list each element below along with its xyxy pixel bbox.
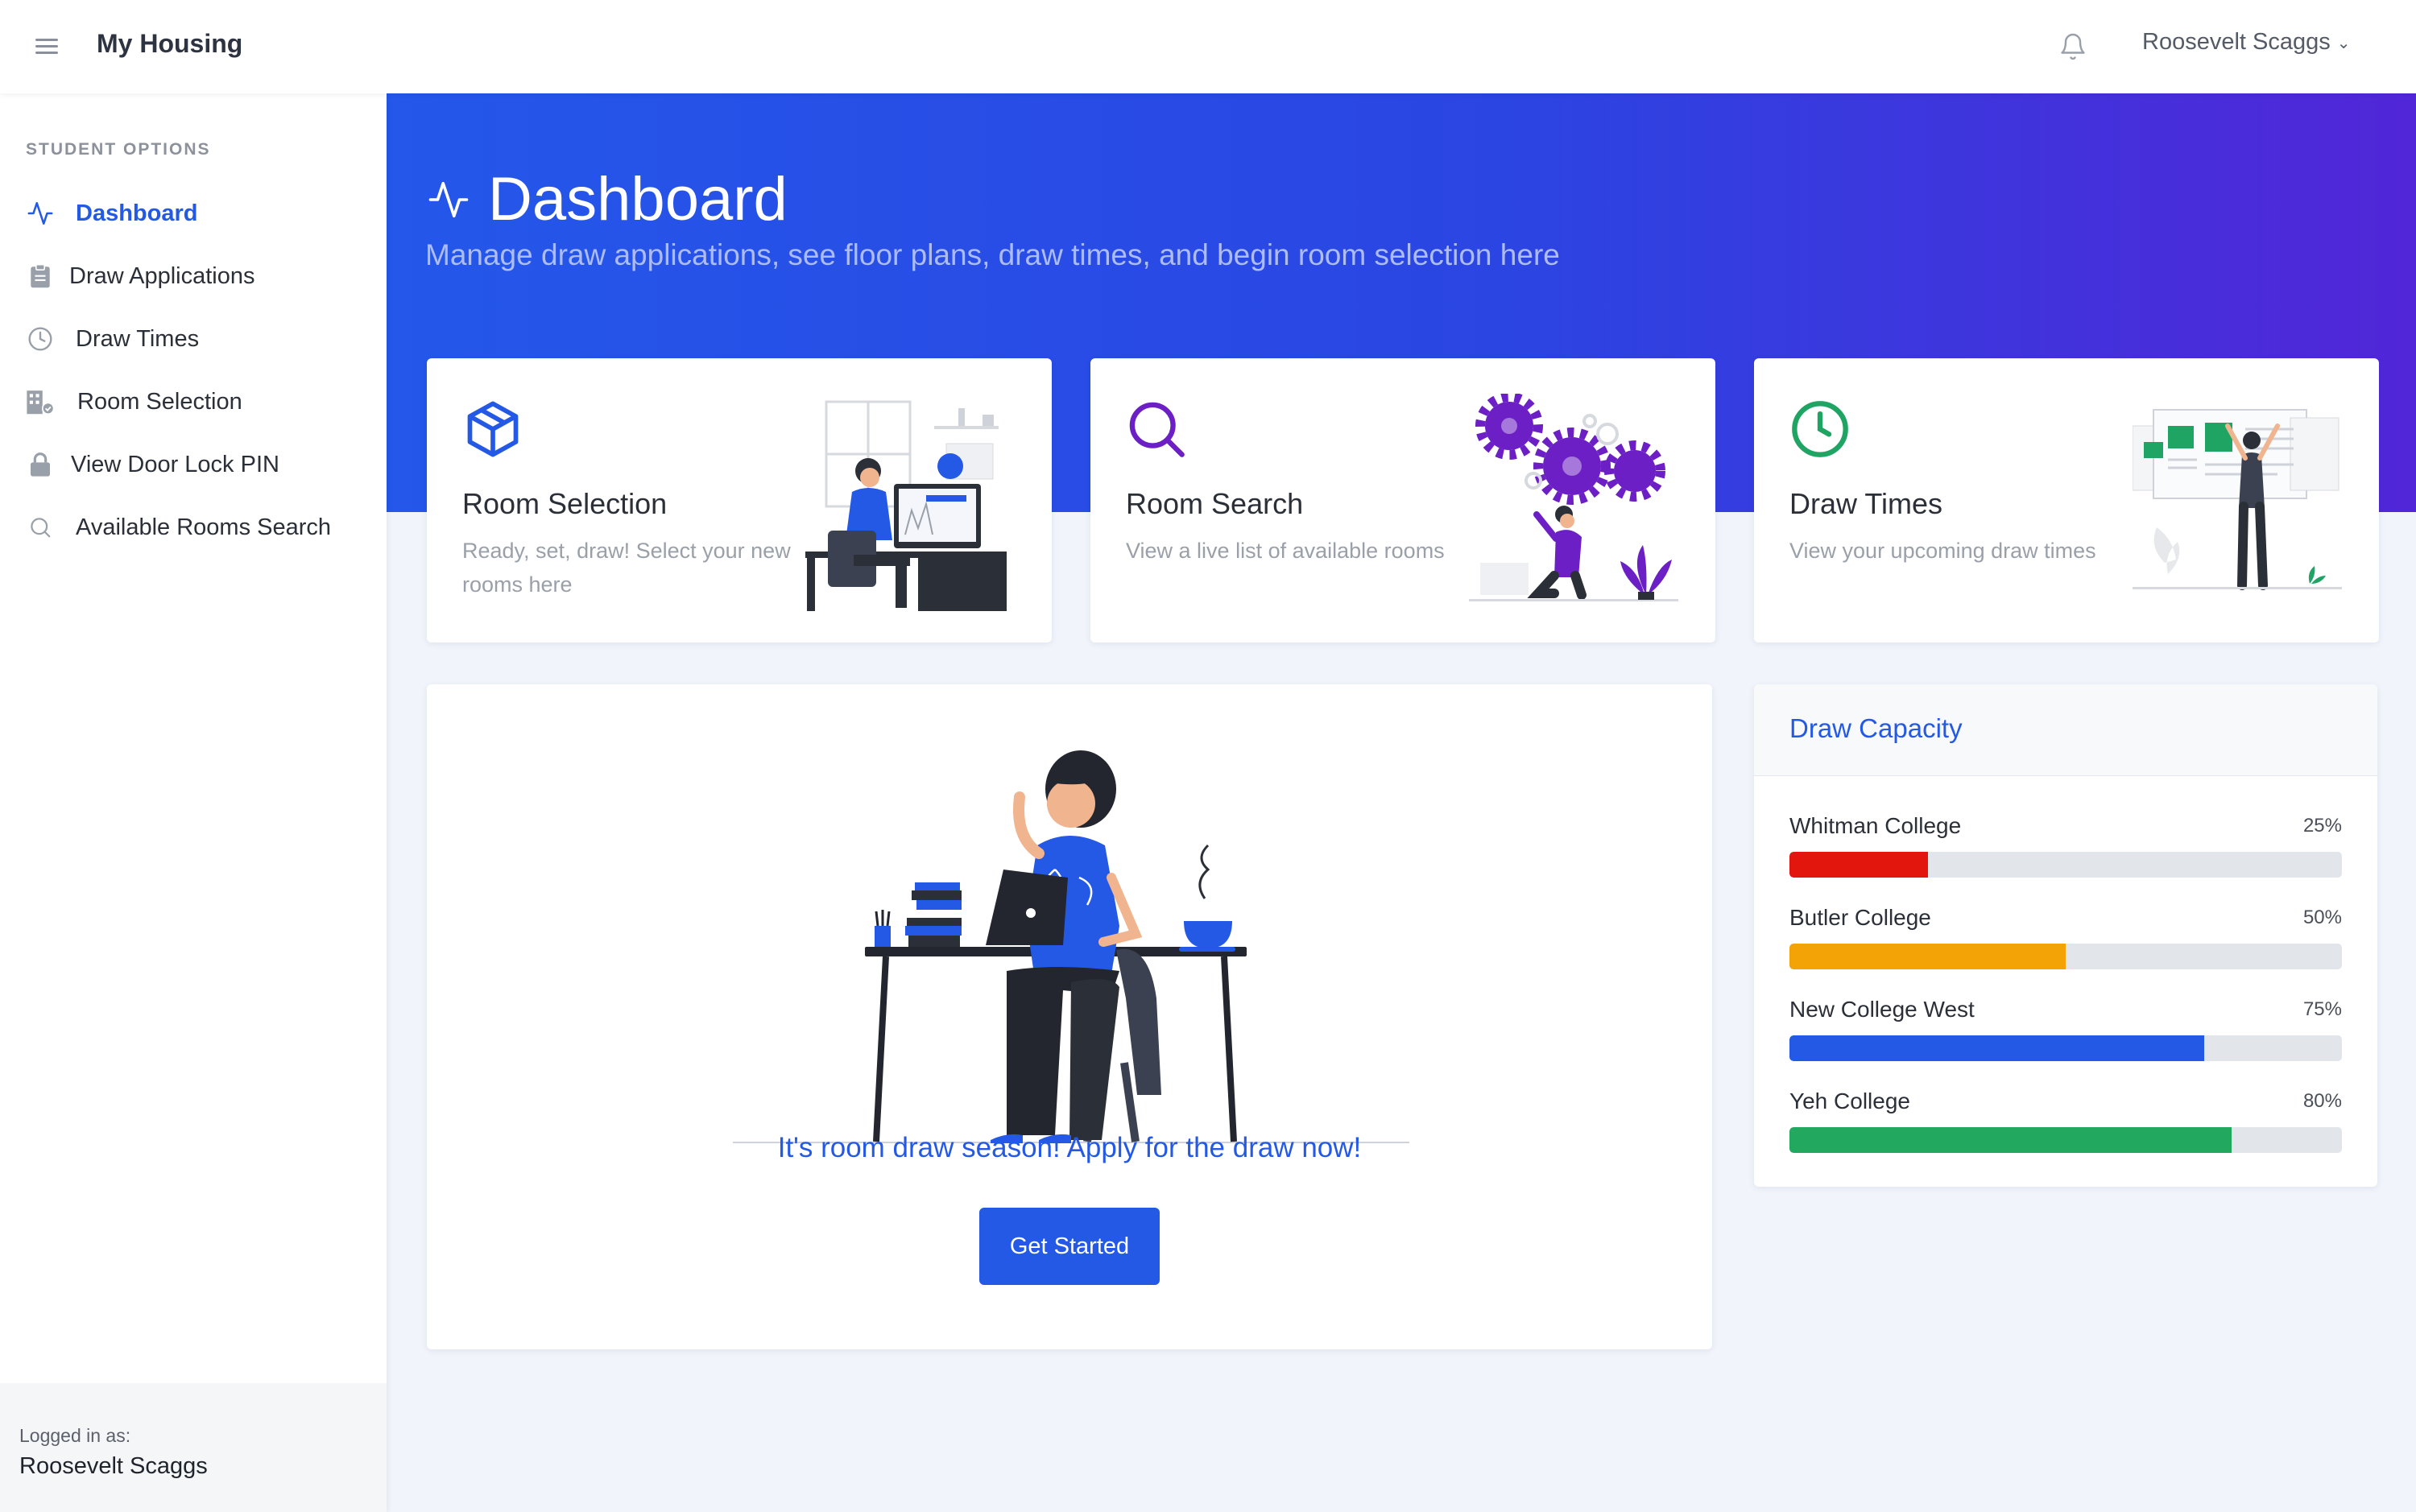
chevron-down-icon: ⌄ (2336, 34, 2351, 52)
capacity-percent: 75% (2302, 998, 2342, 1020)
capacity-progress-fill (1789, 944, 2066, 969)
card-room-selection[interactable]: Room Selection Ready, set, draw! Select … (427, 358, 1052, 642)
capacity-progress-bar (1789, 944, 2342, 969)
top-bar: My Housing Roosevelt Scaggs ⌄ (0, 0, 2416, 93)
search-icon (26, 513, 55, 542)
clipboard-icon (26, 262, 55, 291)
college-name: Yeh College (1789, 1089, 1910, 1113)
card-description: View a live list of available rooms (1126, 539, 1445, 563)
card-title: Draw Times (1789, 487, 1943, 520)
capacity-progress-bar (1789, 1127, 2342, 1153)
draw-season-message: It's room draw season! Apply for the dra… (777, 1132, 1362, 1163)
search-icon (1129, 402, 1185, 457)
sidebar-item-room-selection[interactable]: Room Selection (0, 370, 387, 433)
sidebar-item-label: Room Selection (77, 388, 242, 415)
page-title-text: Dashboard (488, 165, 788, 233)
sidebar: STUDENT OPTIONS Dashboard Draw Applicati… (0, 93, 387, 1512)
card-description: Ready, set, draw! Select your new rooms … (462, 539, 791, 597)
student-at-desk-illustration (733, 750, 1409, 1143)
capacity-percent: 80% (2302, 1090, 2342, 1112)
menu-icon[interactable] (35, 39, 58, 55)
draw-capacity-card: Draw Capacity Whitman College 25% Butler… (1754, 684, 2377, 1187)
capacity-percent: 25% (2302, 815, 2342, 837)
card-room-search[interactable]: Room Search View a live list of availabl… (1090, 358, 1715, 642)
presentation-illustration (2133, 409, 2342, 590)
user-name: Roosevelt Scaggs (2142, 29, 2331, 55)
page-title: Dashboard (427, 164, 788, 234)
sidebar-item-dashboard[interactable]: Dashboard (0, 182, 387, 245)
card-title: Room Search (1126, 487, 1304, 520)
sidebar-item-label: Draw Applications (69, 262, 255, 289)
bell-icon[interactable] (2058, 32, 2087, 61)
building-icon (26, 387, 55, 416)
sidebar-item-label: Available Rooms Search (76, 514, 332, 540)
gears-worker-illustration (1469, 394, 1678, 601)
capacity-progress-bar (1789, 852, 2342, 878)
clock-icon (1792, 401, 1848, 457)
sidebar-item-draw-times[interactable]: Draw Times (0, 308, 387, 370)
app-title: My Housing (97, 29, 243, 58)
capacity-progress-fill (1789, 852, 1928, 878)
college-name: New College West (1789, 997, 1975, 1022)
card-description: View your upcoming draw times (1789, 539, 2096, 563)
college-name: Butler College (1789, 905, 1931, 930)
sidebar-item-label: Draw Times (76, 325, 200, 352)
user-menu[interactable]: Roosevelt Scaggs ⌄ (2142, 29, 2351, 56)
activity-icon (26, 199, 55, 228)
sidebar-item-draw-applications[interactable]: Draw Applications (0, 245, 387, 308)
page-subtitle: Manage draw applications, see floor plan… (425, 238, 1560, 271)
person-at-desk-illustration (805, 400, 1007, 611)
draw-capacity-title: Draw Capacity (1789, 713, 1963, 743)
clock-icon (26, 324, 55, 353)
logged-in-name: Roosevelt Scaggs (19, 1453, 208, 1479)
sidebar-item-door-lock-pin[interactable]: View Door Lock PIN (0, 433, 387, 496)
capacity-percent: 50% (2302, 907, 2342, 928)
capacity-progress-fill (1789, 1127, 2232, 1153)
draw-season-card: It's room draw season! Apply for the dra… (427, 684, 1712, 1349)
sidebar-item-label: View Door Lock PIN (71, 451, 279, 477)
logged-in-label: Logged in as: (19, 1425, 131, 1446)
activity-icon (428, 181, 469, 217)
sidebar-heading: STUDENT OPTIONS (26, 140, 211, 159)
sidebar-nav: Dashboard Draw Applications Draw Times R… (0, 182, 387, 559)
card-draw-times[interactable]: Draw Times View your upcoming draw times (1754, 358, 2379, 642)
sidebar-item-available-rooms-search[interactable]: Available Rooms Search (0, 496, 387, 559)
get-started-button[interactable]: Get Started (979, 1208, 1160, 1285)
lock-icon (26, 450, 55, 479)
capacity-progress-fill (1789, 1035, 2204, 1061)
college-name: Whitman College (1789, 813, 1962, 838)
capacity-progress-bar (1789, 1035, 2342, 1061)
draw-capacity-header: Draw Capacity (1754, 684, 2377, 776)
cube-icon (467, 401, 519, 457)
sidebar-item-label: Dashboard (76, 200, 198, 226)
card-title: Room Selection (462, 487, 668, 520)
logged-in-panel: Logged in as: Roosevelt Scaggs (0, 1383, 387, 1512)
